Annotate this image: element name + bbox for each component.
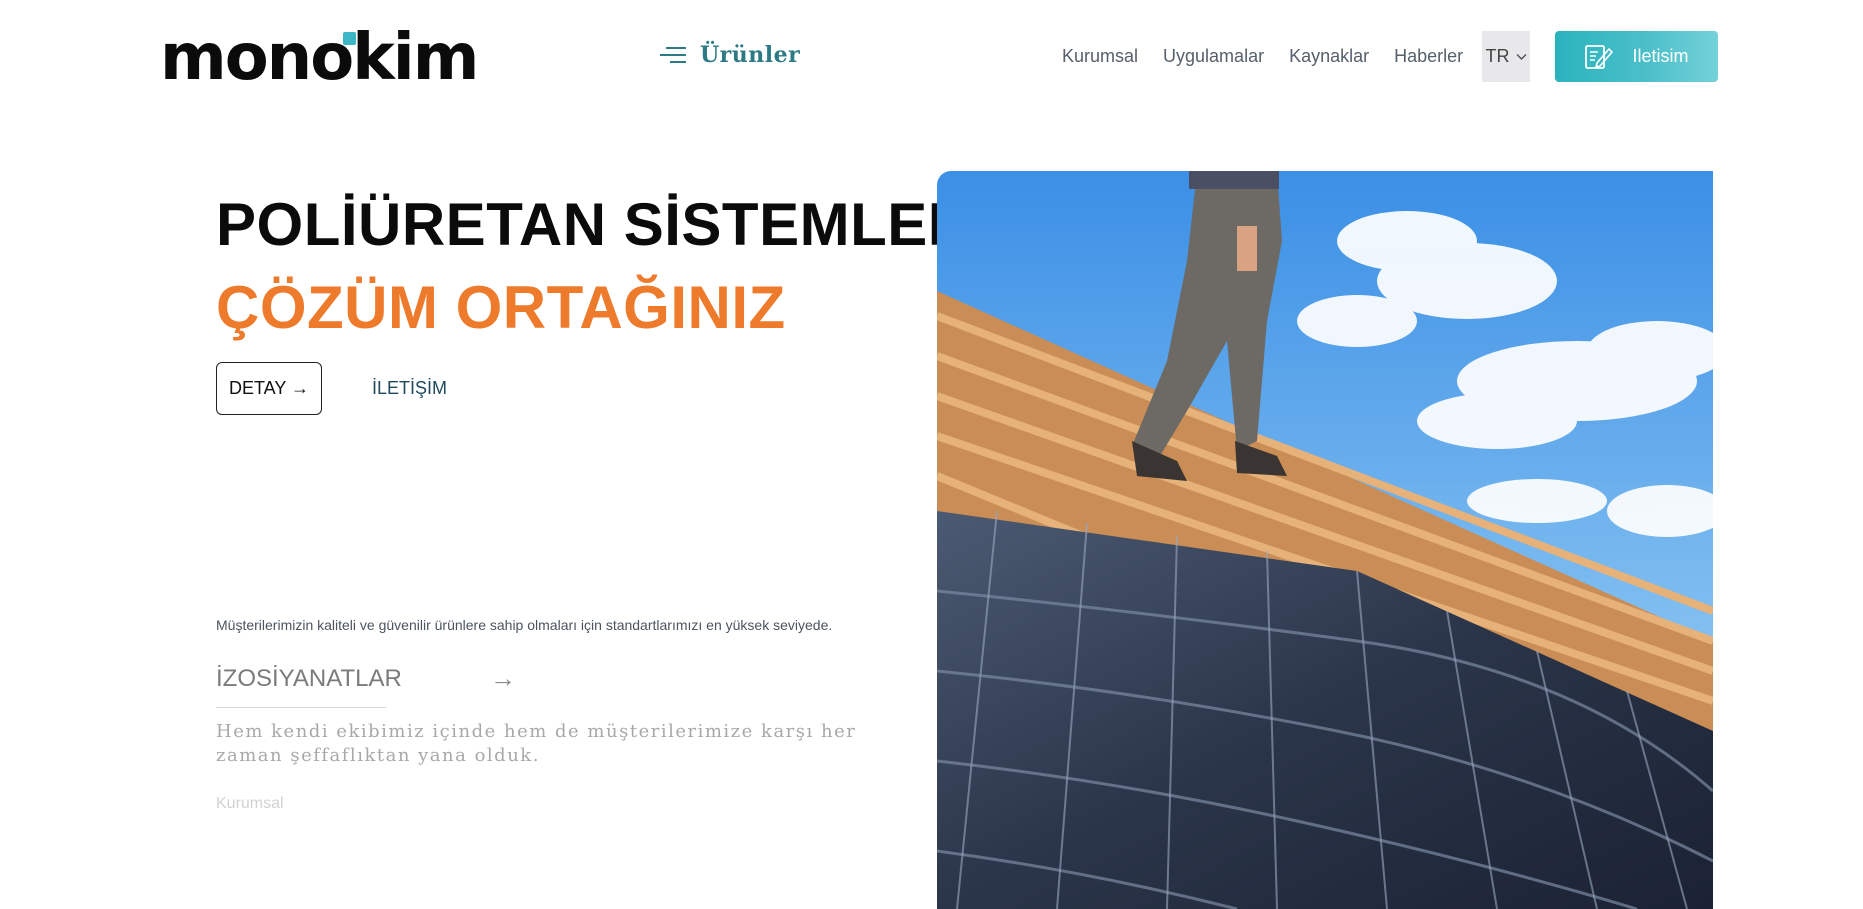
edit-document-icon bbox=[1585, 44, 1614, 69]
nav-kurumsal[interactable]: Kurumsal bbox=[1062, 46, 1138, 67]
arrow-right-icon[interactable]: → bbox=[490, 663, 516, 694]
hero-contact-link[interactable]: İLETİŞİM bbox=[372, 378, 447, 399]
logo-dot bbox=[343, 32, 356, 45]
logo[interactable]: monokim bbox=[160, 21, 479, 95]
contact-button-label: Iletisim bbox=[1632, 46, 1689, 66]
category-divider bbox=[216, 707, 386, 708]
category-text: Hem kendi ekibimiz içinde hem de müşteri… bbox=[216, 721, 857, 766]
contact-button[interactable]: Iletisim bbox=[1555, 31, 1718, 82]
menu-lines-icon bbox=[660, 47, 686, 63]
language-selector[interactable]: TR bbox=[1482, 31, 1530, 82]
hero-title: POLİÜRETAN SİSTEMLER bbox=[216, 191, 972, 258]
category-row[interactable]: İZOSİYANATLAR → bbox=[216, 663, 516, 694]
products-menu-button[interactable]: Ürünler bbox=[660, 42, 800, 68]
nav-uygulamalar[interactable]: Uygulamalar bbox=[1163, 46, 1264, 67]
products-label: Ürünler bbox=[700, 42, 801, 68]
hero-image bbox=[937, 171, 1713, 909]
main-nav: Kurumsal Uygulamalar Kaynaklar Haberler bbox=[1062, 46, 1463, 67]
chevron-down-icon bbox=[1515, 53, 1527, 60]
section-description: Müşterilerimizin kaliteli ve güvenilir ü… bbox=[216, 617, 833, 633]
category-link[interactable]: Kurumsal bbox=[216, 795, 284, 813]
nav-kaynaklar[interactable]: Kaynaklar bbox=[1289, 46, 1369, 67]
language-label: TR bbox=[1485, 46, 1510, 66]
category-title: İZOSİYANATLAR bbox=[216, 664, 402, 692]
roof-worker-photo bbox=[937, 171, 1713, 909]
nav-haberler[interactable]: Haberler bbox=[1394, 46, 1463, 67]
logo-text: monokim bbox=[160, 21, 479, 95]
detail-button[interactable]: DETAY → bbox=[216, 362, 322, 415]
hero-subtitle: ÇÖZÜM ORTAĞINIZ bbox=[216, 274, 786, 341]
